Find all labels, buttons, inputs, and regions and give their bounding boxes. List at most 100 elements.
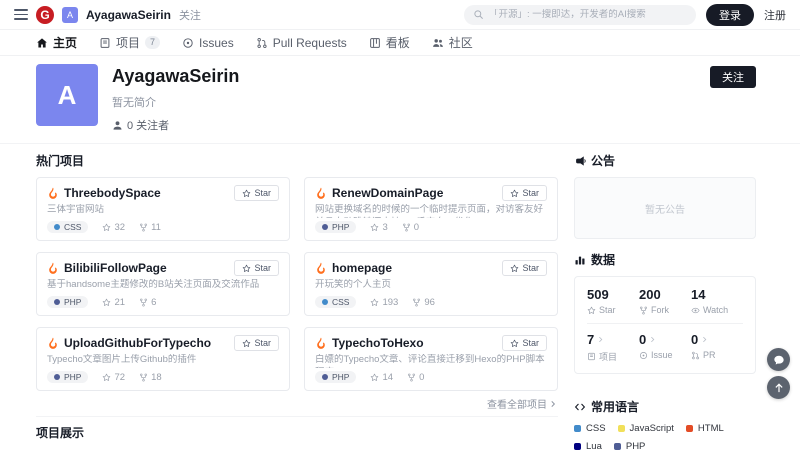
project-card[interactable]: UploadGithubForTypecho Star Typecho文章图片上… <box>36 327 290 391</box>
language-name: PHP <box>332 222 349 232</box>
star-button[interactable]: Star <box>234 335 279 351</box>
stat-star[interactable]: 509 Star <box>587 285 639 317</box>
language-dot <box>54 299 60 305</box>
follow-button[interactable]: 关注 <box>710 66 756 88</box>
tab-home[interactable]: 主页 <box>36 34 77 51</box>
star-count: 14 <box>370 372 393 383</box>
project-showcase-section: 项目展示 <box>36 416 558 441</box>
showcase-title-label: 项目展示 <box>36 424 84 441</box>
stats-box: 509 Star 200 Fork 14 <box>574 276 756 374</box>
legend-language-name: Lua <box>586 441 602 452</box>
followers-count: 0 关注者 <box>127 117 169 133</box>
language-name: PHP <box>332 372 349 382</box>
profile-followers[interactable]: 0 关注者 <box>112 117 239 133</box>
back-to-top-fab-button[interactable] <box>767 376 790 399</box>
stat-fork[interactable]: 200 Fork <box>639 285 691 317</box>
feedback-fab-button[interactable] <box>767 348 790 371</box>
star-icon <box>370 373 379 382</box>
chevron-right-icon <box>596 335 605 344</box>
user-avatar-mini[interactable]: A <box>62 7 78 23</box>
main-content: 热门项目 ThreebodySpace Star 三体宇宙网站 CSS <box>0 144 800 464</box>
languages-title: 常用语言 <box>591 398 639 415</box>
tab-community-label: 社区 <box>449 34 473 51</box>
fork-count-value: 6 <box>151 297 156 308</box>
project-name[interactable]: BilibiliFollowPage <box>64 261 167 275</box>
tab-projects[interactable]: 项目 7 <box>99 34 160 51</box>
language-name: PHP <box>64 297 81 307</box>
star-count-value: 32 <box>114 222 125 233</box>
star-icon <box>242 339 251 348</box>
star-button[interactable]: Star <box>502 260 547 276</box>
star-button[interactable]: Star <box>502 185 547 201</box>
topbar-username[interactable]: AyagawaSeirin <box>86 8 171 22</box>
star-icon <box>510 339 519 348</box>
project-card[interactable]: RenewDomainPage Star 网站更换域名的时候的一个临时提示页面，… <box>304 177 558 241</box>
project-name[interactable]: RenewDomainPage <box>332 186 443 200</box>
star-icon <box>102 298 111 307</box>
chevron-right-icon <box>648 335 657 344</box>
profile-bio: 暂无简介 <box>112 94 239 110</box>
tab-board[interactable]: 看板 <box>369 34 410 51</box>
project-name[interactable]: ThreebodySpace <box>64 186 161 200</box>
star-button-label: Star <box>522 338 539 348</box>
stat-watch[interactable]: 14 Watch <box>691 285 743 317</box>
flame-icon <box>47 337 59 349</box>
stat-fork-label: Fork <box>651 305 669 315</box>
tab-pull-requests-label: Pull Requests <box>273 36 347 50</box>
view-all-projects-link[interactable]: 查看全部项目 <box>36 396 558 411</box>
star-button[interactable]: Star <box>234 185 279 201</box>
fork-count: 96 <box>412 297 435 308</box>
stat-projects-value: 7 <box>587 332 594 347</box>
stat-issues[interactable]: 0 Issue <box>639 330 691 365</box>
star-count: 3 <box>370 222 387 233</box>
star-icon <box>242 189 251 198</box>
project-description: Typecho文章图片上传Github的插件 <box>47 354 279 368</box>
profile-nav: 主页 项目 7 Issues Pull Requests 看板 社区 <box>0 30 800 56</box>
star-button-label: Star <box>522 263 539 273</box>
tab-projects-label: 项目 <box>116 34 140 51</box>
search-box[interactable] <box>464 5 696 25</box>
login-button[interactable]: 登录 <box>706 4 754 26</box>
popular-projects-section: 热门项目 ThreebodySpace Star 三体宇宙网站 CSS <box>36 152 558 464</box>
stat-prs[interactable]: 0 PR <box>691 330 743 365</box>
community-icon <box>432 37 444 49</box>
fork-count: 0 <box>402 222 419 233</box>
star-button[interactable]: Star <box>234 260 279 276</box>
search-icon <box>473 9 484 20</box>
legend-language-name: JavaScript <box>630 423 674 434</box>
language-color-dot <box>618 425 625 432</box>
stat-projects[interactable]: 7 项目 <box>587 330 639 365</box>
search-input[interactable] <box>489 9 687 20</box>
star-count: 72 <box>102 372 125 383</box>
project-name[interactable]: homepage <box>332 261 392 275</box>
fork-icon <box>139 223 148 232</box>
tab-issues[interactable]: Issues <box>182 36 234 50</box>
project-description: 基于handsome主题修改的B站关注页面及交流作品 <box>47 279 279 293</box>
project-card[interactable]: BilibiliFollowPage Star 基于handsome主题修改的B… <box>36 252 290 316</box>
topbar-follow-link[interactable]: 关注 <box>179 7 201 23</box>
register-link[interactable]: 注册 <box>764 7 786 23</box>
repo-icon <box>587 352 596 361</box>
star-button-label: Star <box>254 338 271 348</box>
star-count: 21 <box>102 297 125 308</box>
announcement-empty-text: 暂无公告 <box>645 201 685 216</box>
project-description: 白嫖的Typecho文章、评论直接迁移到Hexo的PHP脚本程序 <box>315 354 547 368</box>
stat-watch-value: 14 <box>691 287 743 302</box>
language-dot <box>322 299 328 305</box>
project-card[interactable]: homepage Star 开玩笑的个人主页 CSS 193 <box>304 252 558 316</box>
fork-count-value: 0 <box>419 372 424 383</box>
project-name[interactable]: UploadGithubForTypecho <box>64 336 211 350</box>
project-name[interactable]: TypechoToHexo <box>332 336 424 350</box>
star-button[interactable]: Star <box>502 335 547 351</box>
project-card[interactable]: TypechoToHexo Star 白嫖的Typecho文章、评论直接迁移到H… <box>304 327 558 391</box>
tab-community[interactable]: 社区 <box>432 34 473 51</box>
tab-pull-requests[interactable]: Pull Requests <box>256 36 347 50</box>
gitee-logo[interactable]: G <box>36 6 54 24</box>
stat-prs-label: PR <box>703 350 716 360</box>
language-pill: CSS <box>315 296 356 308</box>
project-card[interactable]: ThreebodySpace Star 三体宇宙网站 CSS 32 <box>36 177 290 241</box>
star-icon <box>510 189 519 198</box>
star-icon <box>510 264 519 273</box>
hamburger-menu-icon[interactable] <box>14 9 28 20</box>
code-icon <box>574 401 586 413</box>
